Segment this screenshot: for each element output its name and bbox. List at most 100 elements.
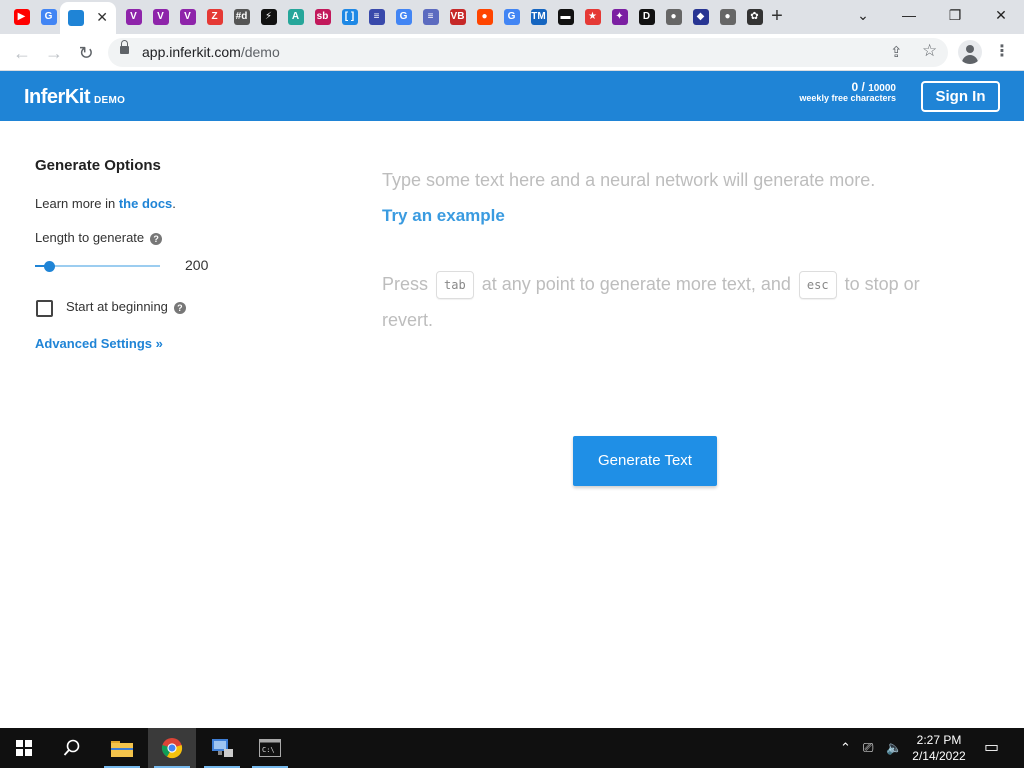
docs-link[interactable]: the docs (119, 196, 172, 211)
restore-button[interactable]: ❐ (932, 0, 978, 32)
browser-tab[interactable]: V (120, 4, 147, 30)
length-value: 200 (185, 257, 209, 273)
ninja-icon: ◆ (692, 9, 709, 25)
windows-logo-icon (16, 740, 32, 756)
share-icon[interactable]: ⇪ (890, 43, 903, 61)
generate-text-button[interactable]: Generate Text (573, 436, 717, 486)
browser-tab[interactable]: ● (471, 4, 498, 30)
try-example-link[interactable]: Try an example (382, 206, 505, 226)
bookmark-star-icon[interactable]: ☆ (922, 41, 937, 61)
system-clock[interactable]: 2:27 PM 2/14/2022 (906, 732, 972, 764)
browser-tab[interactable]: #d (228, 4, 255, 30)
browser-tab[interactable]: TM (525, 4, 552, 30)
hint-middle: at any point to generate more text, and (481, 274, 791, 294)
google-icon: G (503, 9, 520, 25)
profile-avatar-icon[interactable] (958, 40, 982, 64)
search-button[interactable] (48, 728, 96, 768)
start-button[interactable] (0, 728, 48, 768)
browser-tab-strip: ▶ G ✕ V V V Z #d ⚡ Asb[ ] ≡ G ≡ VB ● G TM ▬ ★ ✦ D ● ◆ ● ✿ + ⌄ — ❐ ✕ (0, 0, 1024, 34)
volume-icon[interactable]: 🔈 (886, 740, 902, 756)
browser-tab[interactable]: ✿ (741, 4, 768, 30)
network-app-button[interactable] (198, 728, 246, 768)
start-help-icon[interactable]: ? (173, 301, 186, 314)
terminal-icon: ▬ (557, 9, 574, 25)
doc-icon: ≡ (368, 9, 385, 25)
star-icon: ★ (584, 9, 601, 25)
browser-tab[interactable]: ✦ (606, 4, 633, 30)
browser-tab[interactable]: ★ (579, 4, 606, 30)
url-text[interactable]: app.inferkit.com/demo (142, 44, 280, 60)
browser-tab[interactable]: V (174, 4, 201, 30)
browser-tab[interactable]: V (147, 4, 174, 30)
chrome-taskbar-button[interactable] (148, 728, 196, 768)
length-slider-handle[interactable] (44, 261, 55, 272)
browser-tab[interactable]: ✕ (60, 2, 116, 34)
quota-used: 0 (851, 80, 859, 94)
browser-tab[interactable]: G (35, 4, 62, 30)
google-icon: G (395, 9, 412, 25)
start-at-beginning-checkbox[interactable] (36, 300, 53, 317)
browser-tab[interactable]: ▬ (552, 4, 579, 30)
sign-in-button[interactable]: Sign In (921, 81, 1000, 112)
tray-chevron-icon[interactable]: ⌃ (840, 740, 851, 756)
google-icon: G (40, 9, 57, 25)
browser-tab[interactable]: sb (309, 4, 336, 30)
generate-options-title: Generate Options (35, 157, 161, 174)
inferkit-icon (68, 10, 84, 26)
terminal-taskbar-button[interactable]: C:\ (246, 728, 294, 768)
url-domain: app.inferkit.com (142, 44, 241, 60)
browser-tab[interactable]: ▶ (8, 4, 35, 30)
browser-tab[interactable]: G (390, 4, 417, 30)
browser-tab[interactable]: [ ] (336, 4, 363, 30)
openai-icon: ✿ (746, 9, 763, 25)
browser-tab[interactable]: A (282, 4, 309, 30)
browser-tab[interactable]: ≡ (417, 4, 444, 30)
browser-tab[interactable]: ⚡ (255, 4, 282, 30)
bolt-icon: ⚡ (260, 9, 277, 25)
close-tab-icon[interactable]: ✕ (96, 9, 108, 26)
browser-tab[interactable]: ◆ (687, 4, 714, 30)
advanced-settings-link[interactable]: Advanced Settings » (35, 336, 163, 351)
quota-label: weekly free characters (799, 93, 896, 104)
back-button[interactable]: ← (10, 41, 34, 65)
character-quota: 0 / 10000 weekly free characters (799, 80, 896, 104)
network-status-icon[interactable]: ⎚ (863, 740, 873, 756)
browser-tab[interactable]: D (633, 4, 660, 30)
d-icon: D (638, 9, 655, 25)
browser-tab[interactable]: ≡ (363, 4, 390, 30)
new-tab-button[interactable]: + (766, 5, 788, 27)
learn-prefix: Learn more in (35, 196, 119, 211)
minimize-button[interactable]: — (886, 0, 932, 32)
prompt-placeholder[interactable]: Type some text here and a neural network… (382, 170, 875, 191)
z-icon: Z (206, 9, 223, 25)
vb-icon: VB (449, 9, 466, 25)
browser-tab[interactable]: G (498, 4, 525, 30)
browser-tab[interactable]: Z (201, 4, 228, 30)
inferkit-logo[interactable]: InferKit DEMO (24, 86, 125, 109)
length-help-icon[interactable]: ? (150, 232, 163, 245)
browser-toolbar: ← → ↻ app.inferkit.com/demo ⇪ ☆ ⋮ (0, 34, 1024, 71)
browser-tab[interactable]: VB (444, 4, 471, 30)
app-header: InferKit DEMO 0 / 10000 weekly free chara… (0, 71, 1024, 121)
length-label: Length to generate? (35, 230, 163, 245)
address-bar[interactable]: app.inferkit.com/demo ⇪ ☆ (108, 38, 948, 67)
notification-center-icon[interactable]: ▭ (984, 737, 999, 757)
length-label-text: Length to generate (35, 230, 145, 245)
close-window-button[interactable]: ✕ (978, 0, 1024, 32)
browser-tab[interactable]: ● (660, 4, 687, 30)
sb-icon: sb (314, 9, 331, 25)
file-explorer-button[interactable] (98, 728, 146, 768)
a-icon: A (287, 9, 304, 25)
windows-taskbar: C:\ ⌃ ⎚ 🔈 2:27 PM 2/14/2022 ▭ (0, 728, 1024, 768)
browser-tab[interactable]: ● (714, 4, 741, 30)
youtube-icon: ▶ (13, 9, 30, 25)
forward-button[interactable]: → (42, 41, 66, 65)
browser-menu-icon[interactable]: ⋮ (994, 41, 1010, 61)
tab-search-button[interactable]: ⌄ (840, 0, 886, 32)
clock-time: 2:27 PM (916, 733, 962, 747)
reload-button[interactable]: ↻ (74, 41, 98, 65)
keyboard-hint: Press tab at any point to generate more te… (382, 266, 922, 338)
start-at-beginning-label[interactable]: Start at beginning? (66, 299, 186, 314)
v-icon: V (179, 9, 196, 25)
lock-icon[interactable] (120, 40, 129, 54)
